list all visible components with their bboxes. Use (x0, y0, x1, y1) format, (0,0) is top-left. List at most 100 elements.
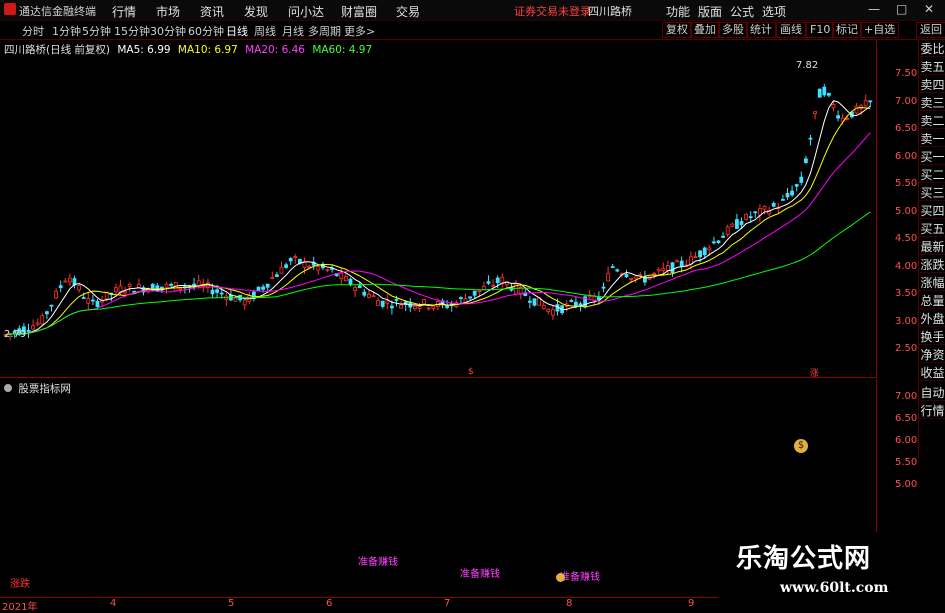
date-tick: 5 (228, 598, 235, 609)
candle-body (123, 291, 127, 294)
side-tab-change[interactable]: 涨跌 (919, 258, 945, 273)
menu-quotes[interactable]: 行情 (112, 3, 136, 20)
signal-label-ready: 准备赚钱 (358, 557, 398, 568)
side-tab-bid1[interactable]: 买一 (919, 150, 945, 165)
side-tab-bid2[interactable]: 买二 (919, 168, 945, 183)
date-tick: 4 (110, 598, 117, 609)
side-tab-ask3[interactable]: 卖三 (919, 96, 945, 111)
side-tab-auto[interactable]: 自动 (919, 386, 945, 401)
event-marker-1: $ (468, 367, 474, 377)
side-tab-bid4[interactable]: 买四 (919, 204, 945, 219)
candle-body (468, 296, 473, 299)
side-tab-latest[interactable]: 最新 (919, 240, 945, 255)
candle-body (799, 176, 804, 183)
close-icon[interactable]: ✕ (924, 2, 934, 16)
overlay-button[interactable]: 叠加 (690, 22, 720, 38)
candle-body (495, 277, 500, 284)
candle-body (578, 303, 583, 306)
menu-ask[interactable]: 问小达 (288, 3, 324, 20)
period-monthly[interactable]: 月线 (282, 23, 304, 39)
candle-body (31, 325, 36, 330)
menu-wealth[interactable]: 财富圈 (341, 3, 377, 20)
period-5min[interactable]: 5分钟 (82, 23, 111, 39)
side-tab-ask1[interactable]: 卖一 (919, 132, 945, 147)
side-tab-ask2[interactable]: 卖二 (919, 114, 945, 129)
candle-body (261, 286, 266, 290)
menu-formula[interactable]: 公式 (730, 3, 754, 20)
candle-body (725, 226, 730, 235)
back-button[interactable]: 返回 (916, 22, 945, 38)
candle-body (615, 269, 620, 272)
period-more[interactable]: 更多> (344, 23, 375, 39)
trade-status[interactable]: 证券交易未登录 (514, 3, 591, 19)
side-tab-change-pct[interactable]: 涨幅 (919, 276, 945, 291)
side-tab-net-assets[interactable]: 净资 (919, 348, 945, 363)
candle-body (284, 264, 289, 268)
period-1min[interactable]: 1分钟 (52, 23, 81, 39)
side-tab-volume[interactable]: 总量 (919, 294, 945, 309)
menu-discover[interactable]: 发现 (244, 3, 268, 20)
candle-body (210, 289, 215, 295)
money-bag-symbol: $ (797, 440, 805, 451)
price-tick: 5.50 (895, 178, 918, 189)
title-bar: 通达信金融终端 行情 市场 资讯 发现 问小达 财富圈 交易 证券交易未登录 四… (0, 0, 945, 21)
side-tab-ask4[interactable]: 卖四 (919, 78, 945, 93)
side-tab-bid5[interactable]: 买五 (919, 222, 945, 237)
signal-label-ready: 准备赚钱 (460, 569, 500, 580)
menu-options[interactable]: 选项 (762, 3, 786, 20)
candle-body (781, 198, 785, 201)
settings-dot-icon[interactable] (4, 384, 12, 392)
side-tab-ask5[interactable]: 卖五 (919, 60, 945, 75)
candle-body (831, 104, 836, 109)
candle-body (348, 278, 353, 286)
candle-body (541, 304, 546, 310)
add-watchlist-button[interactable]: +自选 (860, 22, 900, 38)
candle-body (739, 221, 744, 225)
candle-body (822, 86, 827, 96)
maximize-icon[interactable]: □ (896, 2, 907, 16)
candle-body (114, 287, 118, 293)
price-tick: 4.00 (895, 261, 918, 272)
candle-body (288, 258, 293, 262)
period-60min[interactable]: 60分钟 (188, 23, 224, 39)
menu-market[interactable]: 市场 (156, 3, 180, 20)
candle-body (380, 300, 385, 307)
period-30min[interactable]: 30分钟 (150, 23, 186, 39)
menu-news[interactable]: 资讯 (200, 3, 224, 20)
side-tab-turnover[interactable]: 换手 (919, 330, 945, 345)
f10-button[interactable]: F10 (806, 22, 835, 38)
candle-body (325, 269, 330, 271)
minimize-icon[interactable]: — (868, 2, 880, 16)
candle-body (546, 308, 551, 312)
candle-body (357, 285, 362, 289)
candle-body (81, 297, 86, 299)
price-tick: 7.50 (895, 68, 918, 79)
period-multi[interactable]: 多周期 (308, 23, 341, 39)
candle-body (827, 92, 831, 96)
period-daily[interactable]: 日线 (226, 23, 248, 39)
mark-button[interactable]: 标记 (832, 22, 862, 38)
draw-button[interactable]: 画线 (776, 22, 806, 38)
stats-button[interactable]: 统计 (746, 22, 776, 38)
period-timeshare[interactable]: 分时 (22, 23, 44, 39)
side-tab-outer[interactable]: 外盘 (919, 312, 945, 327)
period-weekly[interactable]: 周线 (254, 23, 276, 39)
candle-body (854, 105, 859, 114)
period-15min[interactable]: 15分钟 (114, 23, 150, 39)
multi-stock-button[interactable]: 多股 (718, 22, 748, 38)
candle-body (675, 260, 679, 263)
menu-trade[interactable]: 交易 (396, 3, 420, 20)
menu-function[interactable]: 功能 (666, 3, 690, 20)
side-tab-bid3[interactable]: 买三 (919, 186, 945, 201)
side-tab-earnings[interactable]: 收益 (919, 366, 945, 381)
side-tab-bid-ratio[interactable]: 委比 (919, 42, 945, 57)
main-kline-chart[interactable]: 四川路桥(日线 前复权) MA5: 6.99 MA10: 6.97 MA20: … (0, 40, 877, 379)
adjust-button[interactable]: 复权 (662, 22, 692, 38)
candle-body (463, 298, 468, 303)
candle-body (169, 283, 174, 286)
low-price-marker: 2.79 (4, 329, 27, 340)
title-stock-name: 四川路桥 (588, 5, 632, 18)
side-tab-quotes[interactable]: 行情 (919, 404, 945, 419)
menu-layout[interactable]: 版面 (698, 3, 722, 20)
candle-body (863, 100, 868, 107)
